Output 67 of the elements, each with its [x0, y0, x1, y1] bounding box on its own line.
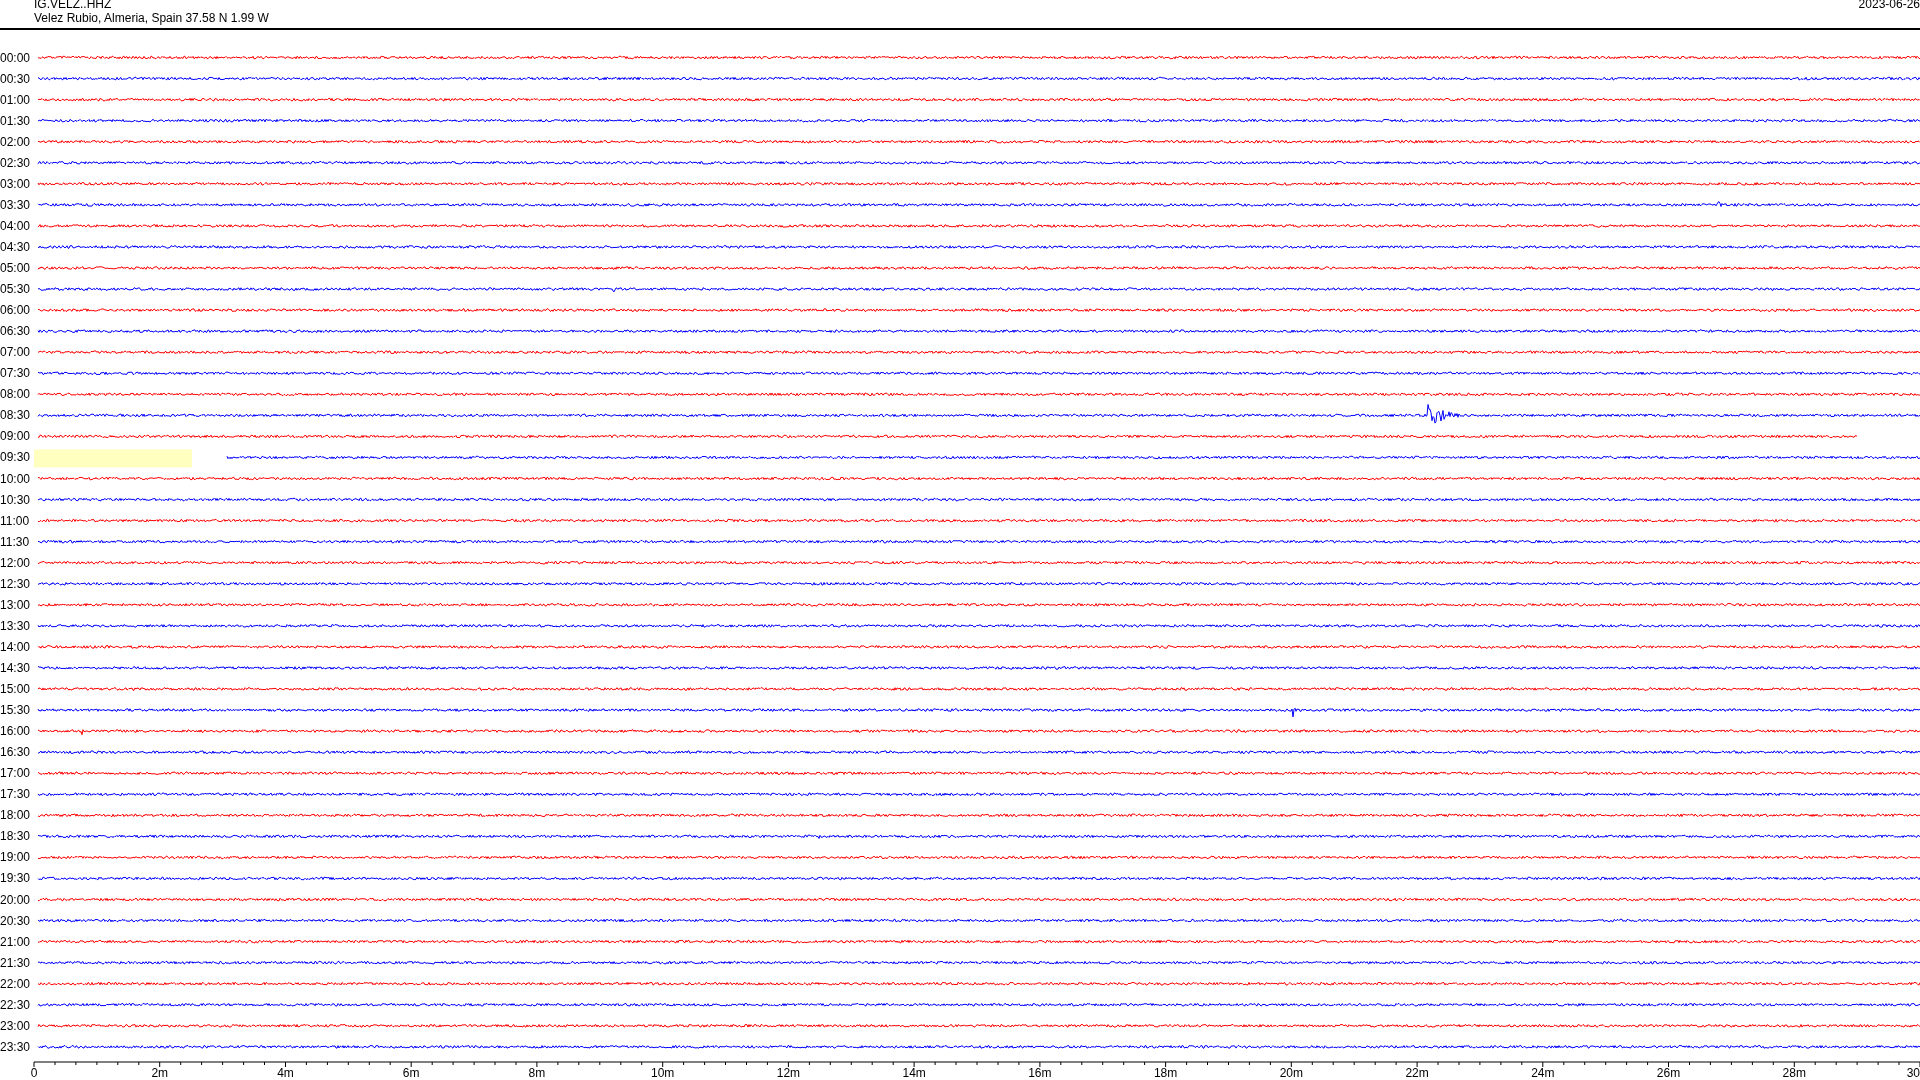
axis-tick-label: 4m — [277, 1066, 294, 1080]
time-label: 17:30 — [0, 787, 31, 802]
time-label: 06:30 — [0, 324, 31, 339]
time-label: 01:30 — [0, 113, 31, 128]
time-label: 22:00 — [0, 976, 31, 991]
time-label: 07:30 — [0, 366, 31, 381]
time-label: 15:30 — [0, 703, 31, 718]
time-label: 11:30 — [0, 534, 30, 549]
time-label: 12:00 — [0, 555, 31, 570]
axis-tick-label: 12m — [776, 1066, 801, 1080]
axis-tick-label: 24m — [1531, 1066, 1555, 1080]
time-label: 23:30 — [0, 1039, 31, 1054]
time-label: 20:30 — [0, 913, 31, 928]
time-label: 16:30 — [0, 745, 31, 760]
time-label: 21:30 — [0, 955, 31, 970]
time-label: 00:30 — [0, 71, 31, 86]
time-label: 19:00 — [0, 850, 31, 865]
station-location: Velez Rubio, Almeria, Spain 37.58 N 1.99 W — [34, 11, 269, 25]
time-label: 12:30 — [0, 576, 31, 591]
time-label: 13:00 — [0, 597, 31, 612]
axis-tick-label: 14m — [902, 1066, 926, 1080]
axis-tick-label: 10m — [651, 1066, 675, 1080]
time-label: 16:00 — [0, 724, 31, 739]
time-label: 05:30 — [0, 282, 31, 297]
time-label: 08:00 — [0, 387, 31, 402]
time-label: 01:00 — [0, 92, 31, 107]
axis-tick-label: 22m — [1405, 1066, 1429, 1080]
time-label: 13:30 — [0, 618, 31, 633]
time-label: 05:00 — [0, 261, 31, 275]
station-code: IG.VELZ..HHZ — [34, 0, 113, 11]
axis-tick-label: 0 — [30, 1066, 38, 1080]
time-label: 23:00 — [0, 1018, 31, 1033]
time-label: 07:00 — [0, 345, 31, 360]
time-label: 21:00 — [0, 934, 31, 949]
time-label: 04:00 — [0, 218, 31, 233]
axis-tick-label: 30 — [1906, 1066, 1920, 1080]
axis-tick-label: 16m — [1028, 1066, 1052, 1080]
time-label: 14:00 — [0, 639, 31, 654]
time-label: 09:00 — [0, 429, 31, 444]
axis-tick-label: 26m — [1656, 1066, 1681, 1080]
time-label: 10:30 — [0, 492, 31, 507]
time-label: 03:30 — [0, 197, 31, 212]
axis-tick-label: 2m — [151, 1066, 169, 1080]
time-label: 20:00 — [0, 892, 31, 907]
time-label: 00:00 — [0, 50, 31, 65]
time-label: 19:30 — [0, 871, 31, 886]
axis-tick-label: 20m — [1279, 1066, 1303, 1080]
time-label: 15:00 — [0, 682, 31, 696]
time-label: 04:30 — [0, 239, 31, 254]
time-label: 09:30 — [0, 450, 31, 465]
time-label: 14:30 — [0, 660, 31, 675]
time-label: 18:00 — [0, 808, 31, 823]
time-label: 03:00 — [0, 176, 31, 191]
axis-tick-label: 6m — [402, 1066, 420, 1080]
time-label: 17:00 — [0, 766, 31, 781]
time-label: 11:00 — [0, 513, 30, 528]
axis-tick-label: 18m — [1153, 1066, 1178, 1080]
axis-tick-label: 8m — [528, 1066, 546, 1080]
time-label: 02:30 — [0, 155, 31, 170]
time-label: 06:00 — [0, 303, 31, 318]
plot-date: 2023-06-26 — [1858, 0, 1920, 13]
time-label: 18:30 — [0, 829, 31, 844]
time-label: 02:00 — [0, 134, 31, 149]
time-label: 08:30 — [0, 408, 31, 423]
time-label: 10:00 — [0, 471, 31, 486]
time-label: 22:30 — [0, 997, 31, 1012]
axis-tick-label: 28m — [1782, 1066, 1806, 1080]
